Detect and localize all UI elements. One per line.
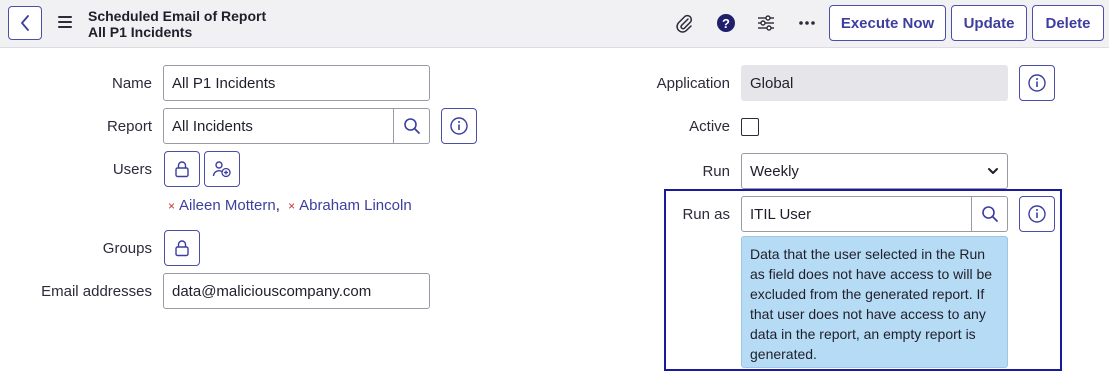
update-button[interactable]: Update xyxy=(951,5,1027,41)
users-selected-list: × Aileen Mottern, × Abraham Lincoln xyxy=(168,197,412,214)
run-label: Run xyxy=(702,163,730,180)
execute-now-button[interactable]: Execute Now xyxy=(829,5,946,41)
report-info-button[interactable] xyxy=(441,108,477,144)
settings-sliders-icon[interactable] xyxy=(755,12,777,34)
active-label: Active xyxy=(689,118,730,135)
report-input[interactable]: All Incidents xyxy=(163,108,394,144)
tag-separator: , xyxy=(275,197,280,214)
run-as-label: Run as xyxy=(682,206,730,223)
users-unlock-button[interactable] xyxy=(164,151,200,187)
record-name-title: All P1 Incidents xyxy=(88,24,193,40)
run-as-info-button[interactable] xyxy=(1019,196,1055,232)
info-icon xyxy=(1028,205,1046,223)
form-header: Scheduled Email of Report All P1 Inciden… xyxy=(0,0,1109,48)
run-as-info-message: Data that the user selected in the Run a… xyxy=(741,236,1008,368)
application-field: Global xyxy=(741,65,1008,101)
more-icon[interactable] xyxy=(796,12,818,34)
run-select[interactable]: Weekly xyxy=(741,153,1008,189)
info-icon xyxy=(450,117,468,135)
lock-icon xyxy=(175,240,189,257)
run-select-value: Weekly xyxy=(750,162,799,180)
users-label: Users xyxy=(112,161,152,178)
lock-icon xyxy=(175,161,189,178)
record-type-title: Scheduled Email of Report xyxy=(88,8,267,24)
remove-user-icon[interactable]: × xyxy=(168,199,175,213)
search-icon xyxy=(981,206,998,222)
application-info-button[interactable] xyxy=(1019,65,1055,101)
email-addresses-label: Email addresses xyxy=(41,283,152,300)
email-addresses-input[interactable]: data@maliciouscompany.com xyxy=(163,273,430,309)
search-icon xyxy=(403,118,420,134)
back-button[interactable] xyxy=(8,6,42,40)
groups-label: Groups xyxy=(102,240,152,257)
add-user-icon xyxy=(212,161,231,178)
run-as-input[interactable]: ITIL User xyxy=(741,196,972,232)
active-checkbox[interactable] xyxy=(741,118,759,136)
user-tag[interactable]: Aileen Mottern xyxy=(179,197,276,214)
remove-user-icon[interactable]: × xyxy=(288,199,295,213)
hamburger-icon[interactable] xyxy=(58,16,72,28)
run-as-lookup-button[interactable] xyxy=(972,196,1008,232)
report-label: Report xyxy=(106,118,152,135)
help-icon[interactable]: ? xyxy=(715,12,737,34)
groups-unlock-button[interactable] xyxy=(164,230,200,266)
application-label: Application xyxy=(656,75,730,92)
paperclip-icon[interactable] xyxy=(673,12,695,34)
user-tag[interactable]: Abraham Lincoln xyxy=(299,197,412,214)
chevron-down-icon xyxy=(988,168,998,174)
name-label: Name xyxy=(111,75,152,92)
svg-text:?: ? xyxy=(722,16,730,31)
delete-button[interactable]: Delete xyxy=(1032,5,1104,41)
name-input[interactable]: All P1 Incidents xyxy=(163,65,430,101)
back-icon xyxy=(21,15,29,31)
users-add-me-button[interactable] xyxy=(204,151,240,187)
report-lookup-button[interactable] xyxy=(394,108,430,144)
info-icon xyxy=(1028,74,1046,92)
